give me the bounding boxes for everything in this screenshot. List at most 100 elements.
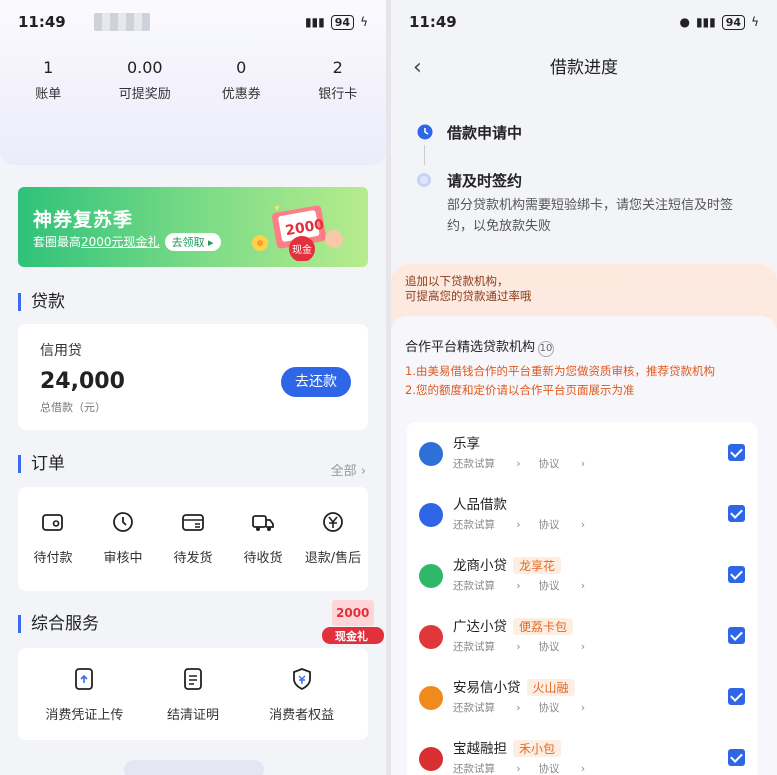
status-time: 11:49	[18, 13, 66, 31]
agreement-label: 协议	[538, 763, 560, 775]
calc-label: 还款试算	[453, 702, 495, 714]
battery-icon: 94	[330, 14, 355, 30]
loan-progress-screen: 11:49 ● ▮▮▮ 94 ϟ ‹ 借款进度 借款申请中 请及时签约 部分贷款…	[391, 0, 777, 775]
lender-checkbox[interactable]	[728, 749, 745, 766]
stat-value: 0	[236, 58, 247, 77]
order-pending-payment[interactable]: 待付款	[20, 509, 86, 566]
step-dot	[417, 173, 431, 187]
gift-label: 现金	[292, 243, 312, 256]
banner-subtitle: 套圈最高2000元现金礼 去领取 ▸	[33, 233, 221, 251]
order-label: 待收货	[243, 551, 283, 566]
loan-card[interactable]: 信用贷 24,000 总借款（元） 去还款	[18, 324, 368, 430]
lender-checkbox[interactable]	[728, 505, 745, 522]
lender-row[interactable]: 宝越融担 禾小包 还款试算 › 协议 ›	[407, 727, 757, 775]
back-arrow-icon[interactable]: ‹	[413, 44, 422, 92]
agreement-link[interactable]: 协议 ›	[539, 702, 586, 714]
agreement-label: 协议	[538, 519, 560, 531]
lender-checkbox[interactable]	[728, 566, 745, 583]
orders-section-title: 订单	[18, 455, 65, 473]
order-pending-receipt[interactable]: 待收货	[230, 509, 296, 566]
tip-line-2: 可提高您的贷款通过率哦	[405, 289, 532, 303]
calc-label: 还款试算	[453, 641, 495, 653]
lender-checkbox[interactable]	[728, 627, 745, 644]
lender-checkbox[interactable]	[728, 688, 745, 705]
order-label: 退款/售后	[304, 551, 362, 566]
order-pending-shipment[interactable]: 待发货	[160, 509, 226, 566]
banner-sub-amount: 2000元现金礼	[81, 235, 160, 249]
lender-row[interactable]: 乐享 还款试算 › 协议 ›	[407, 422, 757, 483]
stat-rewards[interactable]: 0.00 可提奖励	[97, 58, 194, 102]
calc-label: 还款试算	[453, 763, 495, 775]
stat-value: 0.00	[126, 58, 163, 77]
agreement-label: 协议	[538, 580, 560, 592]
agreement-link[interactable]: 协议 ›	[539, 580, 586, 592]
status-bar: 11:49 ▮▮▮ 94 ϟ	[0, 0, 386, 44]
lender-tag: 便荔卡包	[513, 618, 574, 635]
lender-row[interactable]: 广达小贷 便荔卡包 还款试算 › 协议 ›	[407, 605, 757, 666]
loan-amount: 24,000	[40, 369, 125, 394]
service-receipt-upload[interactable]: 消费凭证上传	[30, 666, 139, 723]
bottom-pill[interactable]	[124, 760, 264, 775]
order-label: 审核中	[103, 551, 143, 566]
panel-title-text: 合作平台精选贷款机构	[405, 340, 536, 355]
order-label: 待发货	[173, 551, 213, 566]
agreement-link[interactable]: 协议 ›	[539, 641, 586, 653]
stat-coupons[interactable]: 0 优惠券	[193, 58, 290, 102]
step-applying: 借款申请中	[447, 124, 523, 142]
lender-name: 龙商小贷	[453, 558, 507, 574]
calc-label: 还款试算	[453, 519, 495, 531]
lender-row[interactable]: 安易信小贷 火山融 还款试算 › 协议 ›	[407, 666, 757, 727]
lender-tag: 龙享花	[513, 557, 562, 574]
stat-bills[interactable]: 1 账单	[0, 58, 97, 102]
banner-sub-prefix: 套圈最高	[33, 235, 82, 249]
timeline-line	[424, 145, 425, 165]
floating-label: 现金礼	[335, 629, 368, 643]
lender-logo-icon	[419, 625, 443, 649]
service-consumer-rights[interactable]: 消费者权益	[247, 666, 356, 723]
location-icon: ●	[679, 15, 690, 29]
services-card: 消费凭证上传 结清证明 消费者权益	[18, 648, 368, 740]
repay-calc-link[interactable]: 还款试算 ›	[453, 641, 521, 653]
repay-calc-link[interactable]: 还款试算 ›	[453, 763, 521, 775]
banner-title: 神券复苏季	[33, 209, 134, 231]
status-bar: 11:49 ● ▮▮▮ 94 ϟ	[391, 0, 777, 44]
lender-name: 安易信小贷	[453, 680, 521, 696]
shield-icon	[292, 668, 311, 691]
battery-icon: 94	[721, 14, 746, 30]
step-sign: 请及时签约	[447, 172, 523, 190]
account-stats: 1 账单 0.00 可提奖励 0 优惠券 2 银行卡	[0, 58, 386, 102]
clock-icon	[417, 124, 433, 140]
lender-name: 人品借款	[453, 497, 507, 513]
status-time: 11:49	[409, 13, 457, 31]
stat-bank-cards[interactable]: 2 银行卡	[290, 58, 387, 102]
lender-row[interactable]: 人品借款 还款试算 › 协议 ›	[407, 483, 757, 544]
lender-name: 乐享	[453, 436, 480, 452]
order-refund[interactable]: 退款/售后	[300, 509, 366, 566]
lender-tag: 火山融	[526, 679, 575, 696]
lender-row[interactable]: 龙商小贷 龙享花 还款试算 › 协议 ›	[407, 544, 757, 605]
service-label: 消费者权益	[269, 708, 335, 723]
lender-logo-icon	[419, 747, 443, 771]
repay-calc-link[interactable]: 还款试算 ›	[453, 458, 521, 470]
promo-banner[interactable]: 神券复苏季 套圈最高2000元现金礼 去领取 ▸ 2000 现金	[18, 187, 368, 267]
order-label: 待付款	[33, 551, 73, 566]
repay-calc-link[interactable]: 还款试算 ›	[453, 519, 521, 531]
signal-icon: ▮▮▮	[304, 15, 325, 29]
agreement-link[interactable]: 协议 ›	[539, 763, 586, 775]
stat-value: 1	[43, 58, 54, 77]
repay-calc-link[interactable]: 还款试算 ›	[453, 702, 521, 714]
lender-checkbox[interactable]	[728, 444, 745, 461]
banner-cta-label: 去领取	[171, 236, 205, 249]
agreement-link[interactable]: 协议 ›	[539, 458, 586, 470]
orders-view-all-link[interactable]: 全部 ›	[331, 460, 366, 479]
agreement-link[interactable]: 协议 ›	[539, 519, 586, 531]
service-settlement-proof[interactable]: 结清证明	[139, 666, 248, 723]
agreement-label: 协议	[538, 641, 560, 653]
lender-logo-icon	[419, 564, 443, 588]
floating-cash-gift[interactable]: 2000 现金礼	[322, 594, 384, 646]
lender-logo-icon	[419, 686, 443, 710]
repay-button[interactable]: 去还款	[281, 367, 351, 397]
banner-cta-button[interactable]: 去领取 ▸	[164, 233, 221, 251]
order-under-review[interactable]: 审核中	[90, 509, 156, 566]
repay-calc-link[interactable]: 还款试算 ›	[453, 580, 521, 592]
